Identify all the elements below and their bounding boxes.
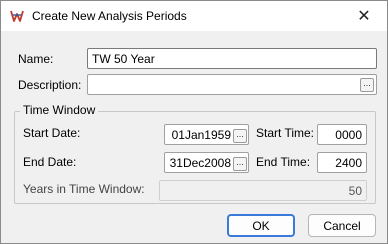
years-label: Years in Time Window: xyxy=(23,182,145,196)
start-time-label: Start Time: xyxy=(256,126,315,140)
start-date-label: Start Date: xyxy=(23,126,81,140)
name-label: Name: xyxy=(18,52,54,66)
end-time-input[interactable]: 2400 xyxy=(317,152,367,173)
description-browse-button[interactable]: ... xyxy=(360,78,374,92)
dialog-window: Create New Analysis Periods ✕ Name: TW 5… xyxy=(0,0,388,244)
start-time-input[interactable]: 0000 xyxy=(317,124,367,145)
close-icon: ✕ xyxy=(357,8,371,25)
hec-logo-icon xyxy=(10,9,24,23)
end-date-picker-button[interactable]: ... xyxy=(233,157,247,171)
window-title: Create New Analysis Periods xyxy=(32,9,187,23)
name-input[interactable]: TW 50 Year xyxy=(87,48,377,69)
start-date-picker-button[interactable]: ... xyxy=(233,129,247,143)
ok-button[interactable]: OK xyxy=(227,214,295,237)
end-time-label: End Time: xyxy=(256,155,311,169)
description-input[interactable] xyxy=(87,74,377,95)
close-button[interactable]: ✕ xyxy=(341,1,387,31)
end-date-label: End Date: xyxy=(23,155,77,169)
years-value: 50 xyxy=(159,180,367,201)
cancel-button[interactable]: Cancel xyxy=(308,214,376,237)
time-window-group-label: Time Window xyxy=(20,103,99,117)
description-label: Description: xyxy=(18,78,82,92)
title-bar: Create New Analysis Periods ✕ xyxy=(1,1,387,31)
